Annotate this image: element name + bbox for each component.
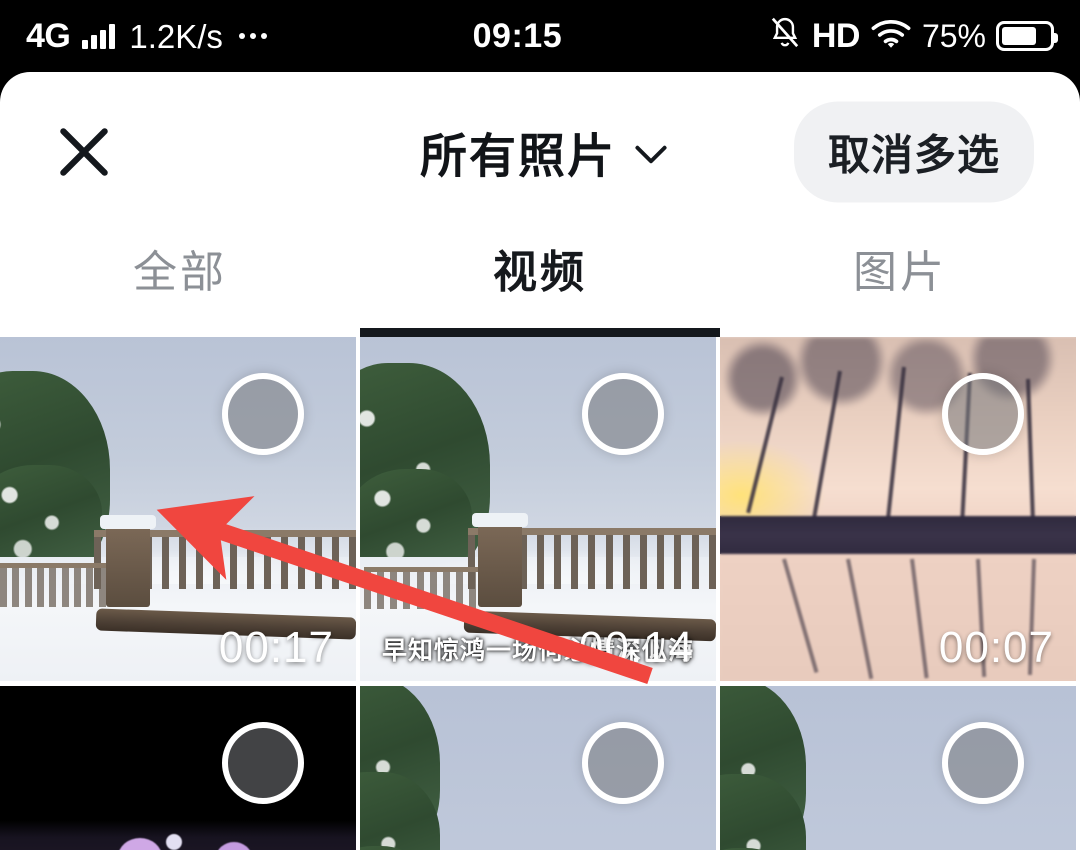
data-speed-label: 1.2K/s [129,17,223,55]
active-tab-indicator [360,328,720,337]
cancel-multiselect-button[interactable]: 取消多选 [793,101,1034,203]
media-thumbnail[interactable] [360,686,716,850]
status-bar-right: HD 75% [768,15,1058,58]
selection-circle-icon[interactable] [942,722,1024,804]
video-duration-label: 00:14 [578,623,694,672]
selection-circle-icon[interactable] [222,373,304,455]
album-selector[interactable]: 所有照片 [420,118,667,187]
hd-label: HD [811,17,861,55]
network-type-label: 4G [26,17,71,55]
media-grid: 00:17 早知惊鸿一场何必情深似海 00:14 00:07 [0,337,1080,850]
selection-circle-icon[interactable] [222,722,304,804]
media-thumbnail[interactable] [0,686,356,850]
bell-muted-icon [768,15,802,58]
media-type-tabs: 全部 视频 图片 [0,232,1080,337]
photo-picker-sheet: 所有照片 取消多选 全部 视频 图片 00:17 早知惊鸿一场何必情深似海 00… [0,72,1080,850]
close-icon [53,121,115,183]
media-thumbnail[interactable]: 早知惊鸿一场何必情深似海 00:14 [360,337,716,681]
chevron-down-icon [634,143,667,169]
page-title: 所有照片 [420,129,616,183]
battery-percent-label: 75% [921,17,986,54]
media-thumbnail[interactable]: 00:17 [0,337,356,681]
sheet-header: 所有照片 取消多选 [0,72,1080,232]
tab-all[interactable]: 全部 [0,232,360,337]
signal-bars-icon [82,23,116,49]
selection-circle-icon[interactable] [582,722,664,804]
tab-image[interactable]: 图片 [720,232,1080,337]
selection-circle-icon[interactable] [942,373,1024,455]
media-thumbnail[interactable]: 00:07 [720,337,1076,681]
tab-all-label: 全部 [133,248,227,297]
status-bar-clock: 09:15 [472,16,563,55]
wifi-icon [870,18,912,55]
status-bar-left: 4G 1.2K/s [26,19,267,53]
status-bar: 4G 1.2K/s 09:15 HD 75% [0,0,1080,72]
battery-icon [995,21,1058,51]
video-duration-label: 00:07 [938,623,1054,672]
media-thumbnail[interactable] [720,686,1076,850]
tab-image-label: 图片 [853,248,947,297]
ellipsis-icon [238,33,267,39]
phone-screen: 4G 1.2K/s 09:15 HD 75% 所有照片 取消多选 全部 视频 图… [0,0,1080,850]
selection-circle-icon[interactable] [582,373,664,455]
tab-video-label: 视频 [493,248,587,297]
tab-video[interactable]: 视频 [360,232,720,337]
video-duration-label: 00:17 [218,623,334,672]
close-button[interactable] [48,116,120,188]
